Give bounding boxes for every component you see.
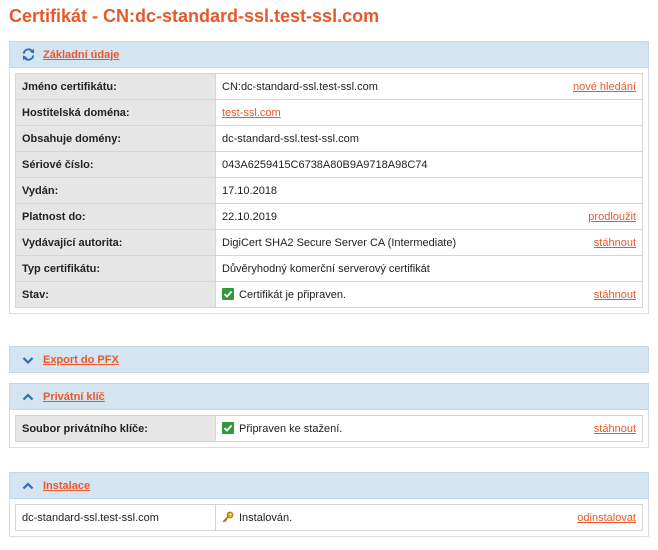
basic-info-panel: Základní údaje Jméno certifikátu: CN:dc-… xyxy=(9,41,649,314)
private-key-table: Soubor privátního klíče: Připraven ke st… xyxy=(15,415,643,442)
install-panel: Instalace dc-standard-ssl.test-ssl.com I… xyxy=(9,472,649,537)
chevron-up-icon[interactable] xyxy=(20,389,36,405)
key-icon xyxy=(222,511,234,523)
install-header: Instalace xyxy=(9,472,649,499)
chevron-up-icon[interactable] xyxy=(20,478,36,494)
table-row: Typ certifikátu: Důvěryhodný komerční se… xyxy=(15,255,643,282)
table-row: Obsahuje domény: dc-standard-ssl.test-ss… xyxy=(15,125,643,152)
row-value: 17.10.2018 xyxy=(215,177,643,204)
table-row: Jméno certifikátu: CN:dc-standard-ssl.te… xyxy=(15,73,643,100)
row-value: 043A6259415C6738A80B9A9718A98C74 xyxy=(215,151,643,178)
row-label: Vydán: xyxy=(15,177,216,204)
row-value: dc-standard-ssl.test-ssl.com xyxy=(215,125,643,152)
row-value: Důvěryhodný komerční serverový certifiká… xyxy=(215,255,643,282)
install-toggle[interactable]: Instalace xyxy=(43,480,90,492)
table-row: Stav: Certifikát je připraven. stáhnout xyxy=(15,281,643,308)
basic-info-toggle[interactable]: Základní údaje xyxy=(43,49,119,61)
row-label: Sériové číslo: xyxy=(15,151,216,178)
page-title: Certifikát - CN:dc-standard-ssl.test-ssl… xyxy=(9,6,380,26)
download-certificate-link[interactable]: stáhnout xyxy=(594,289,636,301)
row-value: 22.10.2019 xyxy=(222,210,278,223)
row-label: Stav: xyxy=(15,281,216,308)
table-row: Platnost do: 22.10.2019 prodloužit xyxy=(15,203,643,230)
download-private-key-link[interactable]: stáhnout xyxy=(594,423,636,435)
row-label: Soubor privátního klíče: xyxy=(15,415,216,442)
table-row: Soubor privátního klíče: Připraven ke st… xyxy=(15,415,643,442)
row-value: Instalován. xyxy=(239,512,293,524)
table-row: Vydán: 17.10.2018 xyxy=(15,177,643,204)
row-label: Typ certifikátu: xyxy=(15,255,216,282)
basic-info-body: Jméno certifikátu: CN:dc-standard-ssl.te… xyxy=(9,68,649,314)
basic-info-header: Základní údaje xyxy=(9,41,649,68)
row-label: Obsahuje domény: xyxy=(15,125,216,152)
row-value: Certifikát je připraven. xyxy=(239,289,346,301)
check-icon xyxy=(222,422,234,434)
table-row: Vydávající autorita: DigiCert SHA2 Secur… xyxy=(15,229,643,256)
row-label: dc-standard-ssl.test-ssl.com xyxy=(15,504,216,531)
row-value: CN:dc-standard-ssl.test-ssl.com xyxy=(222,80,378,93)
row-label: Platnost do: xyxy=(15,203,216,230)
renew-link[interactable]: prodloužit xyxy=(588,211,636,223)
row-label: Jméno certifikátu: xyxy=(15,73,216,100)
export-pfx-header: Export do PFX xyxy=(9,346,649,373)
download-ca-link[interactable]: stáhnout xyxy=(594,237,636,249)
new-search-link[interactable]: nové hledání xyxy=(573,81,636,93)
row-label: Hostitelská doména: xyxy=(15,99,216,126)
table-row: dc-standard-ssl.test-ssl.com Instalován.… xyxy=(15,504,643,531)
table-row: Sériové číslo: 043A6259415C6738A80B9A971… xyxy=(15,151,643,178)
private-key-toggle[interactable]: Privátní klíč xyxy=(43,391,105,403)
install-body: dc-standard-ssl.test-ssl.com Instalován.… xyxy=(9,499,649,537)
private-key-panel: Privátní klíč Soubor privátního klíče: P… xyxy=(9,383,649,448)
row-label: Vydávající autorita: xyxy=(15,229,216,256)
refresh-icon[interactable] xyxy=(20,47,36,63)
export-pfx-panel: Export do PFX xyxy=(9,346,649,373)
table-row: Hostitelská doména: test-ssl.com xyxy=(15,99,643,126)
row-value: Připraven ke stažení. xyxy=(239,423,343,435)
export-pfx-toggle[interactable]: Export do PFX xyxy=(43,354,119,366)
private-key-header: Privátní klíč xyxy=(9,383,649,410)
check-icon xyxy=(222,288,234,300)
chevron-down-icon[interactable] xyxy=(20,352,36,368)
install-table: dc-standard-ssl.test-ssl.com Instalován.… xyxy=(15,504,643,531)
private-key-body: Soubor privátního klíče: Připraven ke st… xyxy=(9,410,649,448)
uninstall-link[interactable]: odinstalovat xyxy=(577,512,636,524)
basic-info-table: Jméno certifikátu: CN:dc-standard-ssl.te… xyxy=(15,73,643,308)
host-domain-link[interactable]: test-ssl.com xyxy=(222,107,281,119)
row-value: DigiCert SHA2 Secure Server CA (Intermed… xyxy=(222,236,457,249)
